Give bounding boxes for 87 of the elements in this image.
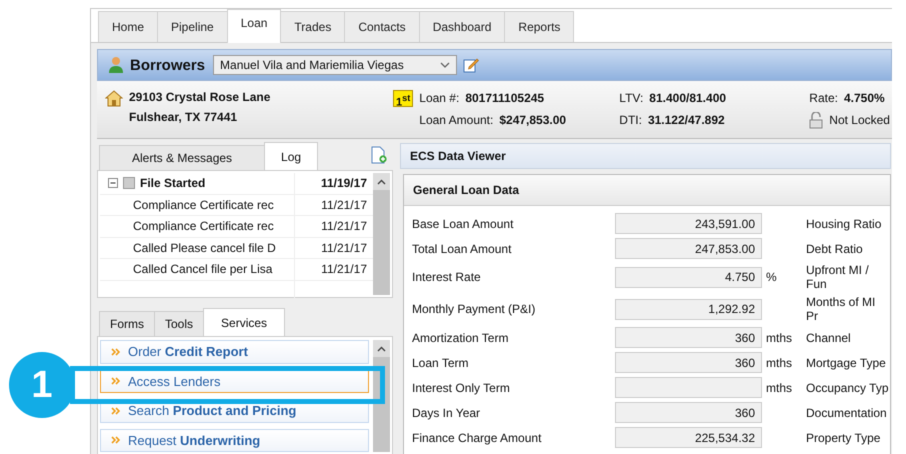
- field-value: 801711105245: [465, 91, 544, 105]
- log-date: 11/21/17: [320, 240, 368, 257]
- field-label: Interest Only Term: [412, 380, 511, 394]
- field-label: Interest Rate: [412, 270, 482, 284]
- field-value: 81.400/81.400: [649, 91, 726, 105]
- log-entry[interactable]: Called Cancel file per Lisa: [108, 262, 272, 276]
- unit-label: %: [766, 270, 777, 284]
- scroll-up-icon[interactable]: [377, 179, 386, 185]
- tab[interactable]: Loan: [226, 9, 282, 43]
- address-line: 29103 Crystal Rose Lane: [129, 90, 270, 104]
- borrowers-title: Borrowers: [130, 56, 206, 74]
- value-field: 360: [615, 402, 762, 423]
- unit-label: mths: [766, 356, 792, 370]
- borrower-dropdown[interactable]: Manuel Vila and Mariemilia Viegas: [213, 55, 458, 75]
- house-icon: [105, 90, 123, 107]
- field-label: Loan #:: [419, 91, 460, 105]
- field-label: Finance Charge Amount: [412, 430, 542, 444]
- collapse-toggle-icon[interactable]: [108, 178, 118, 188]
- scroll-up-icon[interactable]: [377, 346, 386, 352]
- field-label: Upfront MI / Fun: [806, 263, 870, 291]
- field-label: Base Loan Amount: [412, 216, 514, 230]
- field-value: $247,853.00: [499, 113, 566, 127]
- field-label: Debt Ratio: [806, 242, 864, 256]
- service-link[interactable]: Order Credit Report: [100, 340, 369, 364]
- value-field: 1,292.92: [615, 298, 762, 320]
- field-label: Loan Term: [412, 356, 470, 370]
- log-entry[interactable]: Compliance Certificate rec: [108, 198, 274, 212]
- lien-badge: 1$^{st}$: [393, 90, 414, 107]
- viewer-title: ECS Data Viewer: [410, 149, 506, 163]
- double-chevron-icon: [111, 406, 120, 415]
- field-label: Months of MI Pr: [806, 295, 876, 323]
- checkbox-icon: [123, 177, 135, 190]
- lock-status: Not Locked: [829, 113, 890, 127]
- field-label: Total Loan Amount: [412, 242, 512, 256]
- field-value: 4.750%: [844, 91, 885, 105]
- edit-icon[interactable]: [463, 57, 480, 73]
- log-date: 11/21/17: [320, 261, 368, 278]
- field-label: DTI:: [619, 113, 642, 127]
- value-field: 4.750: [615, 266, 762, 288]
- caret-icon: [440, 62, 450, 68]
- double-chevron-icon: [111, 348, 120, 356]
- log-entry[interactable]: Called Please cancel file D: [108, 240, 276, 255]
- tab[interactable]: Tools: [154, 311, 204, 336]
- tab[interactable]: Reports: [504, 11, 574, 42]
- tab[interactable]: Pipeline: [157, 11, 228, 42]
- field-value: 31.122/47.892: [648, 113, 725, 127]
- tab[interactable]: Services: [203, 308, 286, 336]
- tab[interactable]: Trades: [280, 11, 346, 42]
- field-label: Monthly Payment (P&I): [412, 302, 536, 316]
- value-field: 225,534.32: [615, 427, 762, 448]
- field-label: Mortgage Type: [806, 356, 887, 370]
- tab[interactable]: Log: [264, 142, 318, 170]
- log-entry[interactable]: Compliance Certificate rec: [108, 219, 274, 234]
- service-link[interactable]: Access Lenders: [100, 370, 369, 393]
- tab[interactable]: Home: [98, 11, 158, 42]
- value-field: 247,853.00: [615, 238, 762, 259]
- address-line: Fulshear, TX 77441: [129, 110, 238, 124]
- field-label: Housing Ratio: [806, 216, 882, 230]
- tab[interactable]: Dashboard: [418, 11, 506, 42]
- field-label: Property Type: [806, 430, 882, 444]
- section-title: General Loan Data: [413, 183, 520, 197]
- field-label: Amortization Term: [412, 330, 510, 344]
- log-date: 11/21/17: [320, 218, 368, 236]
- unit-label: mths: [766, 330, 792, 344]
- tab[interactable]: Contacts: [344, 11, 420, 42]
- value-field: 360: [615, 352, 762, 373]
- person-icon: [108, 56, 124, 74]
- add-document-icon[interactable]: [371, 146, 387, 164]
- log-date: 11/19/17: [320, 175, 368, 192]
- scrollbar[interactable]: [373, 173, 390, 295]
- double-chevron-icon: [111, 436, 120, 444]
- log-date: 11/21/17: [320, 196, 368, 214]
- field-label: Occupancy Typ: [806, 380, 890, 394]
- field-label: Documentation: [806, 406, 888, 420]
- value-field: 243,591.00: [615, 213, 762, 234]
- field-label: Loan Amount:: [419, 113, 494, 127]
- log-entry[interactable]: File Started: [140, 176, 206, 190]
- double-chevron-icon: [111, 377, 120, 386]
- field-label: Rate:: [809, 91, 838, 105]
- value-field: 360: [615, 327, 762, 348]
- service-link[interactable]: Request Underwriting: [100, 428, 369, 452]
- field-label: Channel: [806, 330, 852, 344]
- field-label: LTV:: [619, 91, 644, 105]
- field-label: Days In Year: [412, 406, 482, 420]
- tab[interactable]: Forms: [99, 311, 155, 336]
- tab[interactable]: Alerts & Messages: [99, 145, 266, 170]
- unit-label: mths: [766, 380, 792, 394]
